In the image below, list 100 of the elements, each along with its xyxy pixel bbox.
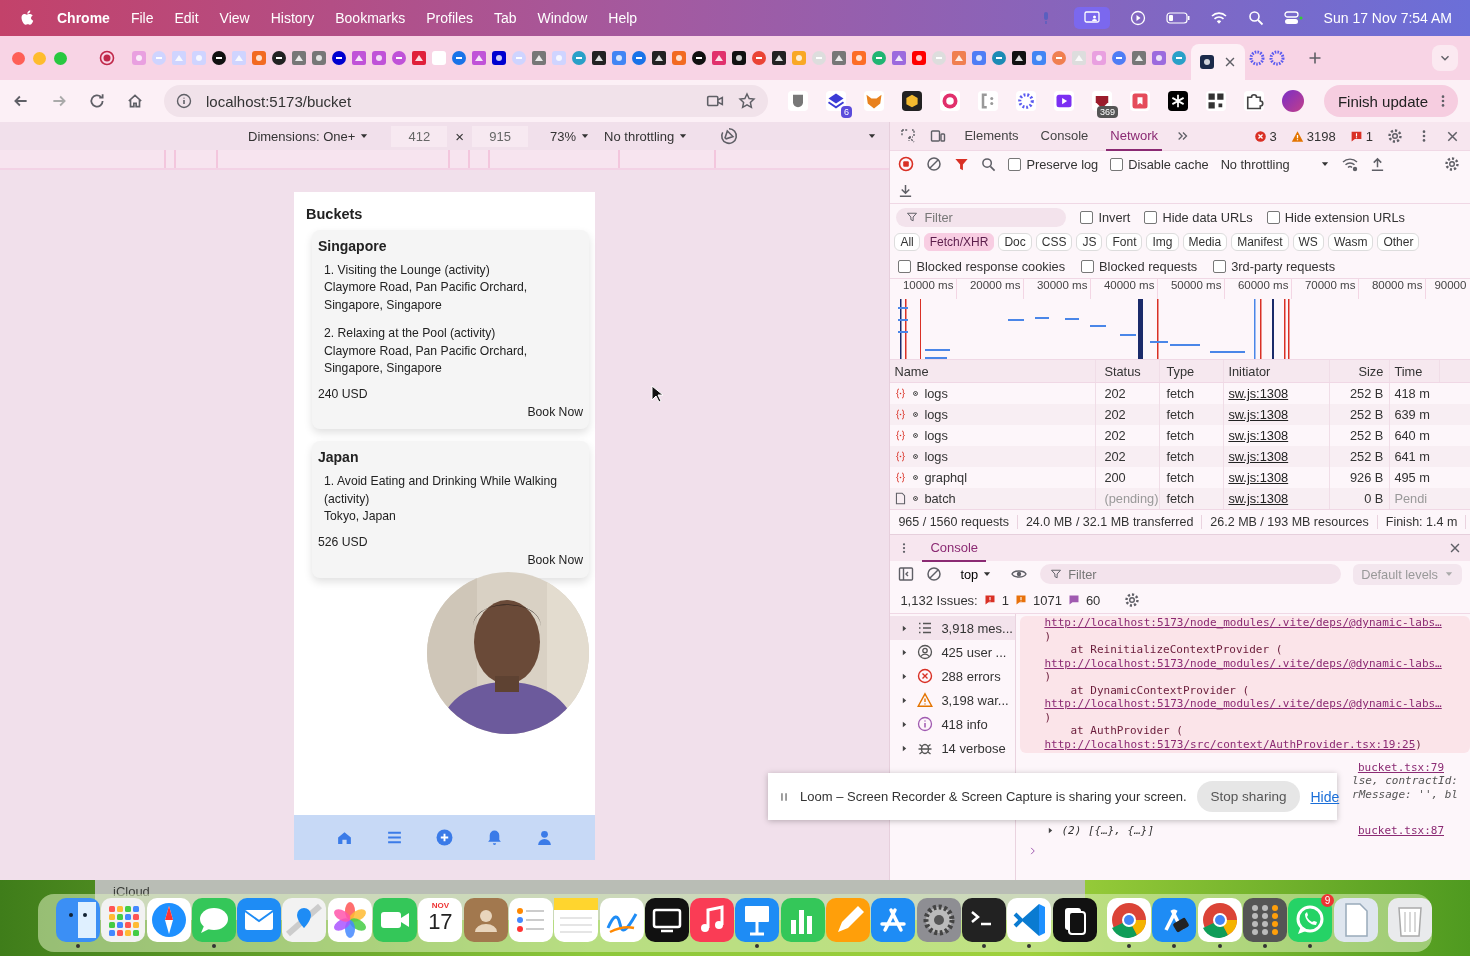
close-icon[interactable] <box>1448 541 1462 555</box>
shield-icon[interactable] <box>787 91 808 111</box>
initiator-link[interactable]: sw.js:1308 <box>1228 470 1289 485</box>
initiator-link[interactable]: sw.js:1308 <box>1228 407 1289 422</box>
map-icon[interactable] <box>282 898 327 942</box>
throttling-dropdown[interactable]: No throttling <box>1220 156 1330 172</box>
drawer-tab[interactable]: Console <box>922 534 987 562</box>
request-name[interactable]: logs <box>924 386 948 401</box>
initiator-link[interactable]: sw.js:1308 <box>1228 428 1289 443</box>
menu-item[interactable]: History <box>270 10 315 26</box>
type-filter-chip[interactable]: Other <box>1377 233 1420 251</box>
settings-icon[interactable] <box>1444 156 1460 172</box>
screen-share-icon[interactable] <box>1073 7 1110 29</box>
initiator-link[interactable]: sw.js:1308 <box>1228 491 1289 506</box>
source-link[interactable]: bucket.tsx:87 <box>1357 824 1444 837</box>
qr-code-icon[interactable] <box>1205 91 1226 111</box>
music-note-icon[interactable] <box>690 898 735 942</box>
device-toggle-icon[interactable] <box>930 128 947 144</box>
console-filter-item[interactable]: 14 verbose <box>890 736 1016 760</box>
console-filter-item[interactable]: 418 info <box>890 712 1016 736</box>
site-icon[interactable] <box>591 50 607 66</box>
document-icon[interactable] <box>1333 898 1378 942</box>
compass-icon[interactable] <box>146 898 191 942</box>
profile-avatar[interactable] <box>1281 90 1304 112</box>
active-tab[interactable] <box>1191 44 1245 80</box>
issue-count[interactable]: 1 <box>1365 128 1373 144</box>
type-filter-chip[interactable]: Img <box>1146 233 1179 251</box>
source-link[interactable]: bucket.tsx:79 <box>1357 761 1444 774</box>
column-header[interactable]: Status <box>1096 360 1161 382</box>
checkbox[interactable] <box>1144 210 1158 224</box>
type-filter-chip[interactable]: JS <box>1076 233 1103 251</box>
book-now-button[interactable]: Book Now <box>527 551 583 570</box>
gear-icon[interactable] <box>916 898 961 942</box>
code-editor-icon[interactable] <box>1007 898 1052 942</box>
more-tabs-icon[interactable] <box>1176 129 1190 143</box>
bell-icon[interactable] <box>485 829 503 846</box>
issues-label[interactable]: 1,132 Issues: <box>900 592 978 608</box>
wifi-icon[interactable] <box>1209 10 1228 26</box>
type-filter-chip[interactable]: Font <box>1106 233 1143 251</box>
shield-icon[interactable] <box>1091 91 1112 111</box>
warning-count[interactable]: 3198 <box>1306 128 1336 144</box>
type-filter-chip[interactable]: Wasm <box>1327 233 1374 251</box>
play-circle-icon[interactable] <box>1129 10 1146 26</box>
record-icon[interactable] <box>99 50 115 66</box>
site-icon[interactable] <box>331 50 347 66</box>
source-link[interactable]: http://localhost:5173/node_modules/.vite/deps/@dynamic-labs… <box>1044 656 1442 670</box>
new-tab-icon[interactable] <box>1307 50 1323 66</box>
source-link[interactable]: http://localhost:5173/src/context/AuthProvider.tsx:19:25 <box>1044 737 1416 751</box>
checkbox[interactable] <box>1081 259 1095 273</box>
width-field[interactable]: 412 <box>391 125 448 147</box>
app-store-icon[interactable] <box>1152 898 1197 942</box>
checkbox[interactable] <box>1110 157 1124 171</box>
console-filter-item[interactable]: 425 user ... <box>890 640 1016 664</box>
devtools-tab[interactable]: Elements <box>960 121 1023 151</box>
filter-field[interactable]: Filter <box>896 207 1067 227</box>
column-header[interactable]: Time <box>1390 360 1441 382</box>
menu-item[interactable]: Chrome <box>57 10 110 26</box>
checklist-icon[interactable] <box>508 898 553 942</box>
menu-item[interactable]: File <box>130 10 154 26</box>
menu-clock[interactable]: Sun 17 Nov 7:54 AM <box>1323 10 1452 26</box>
checkbox[interactable] <box>898 259 912 273</box>
error-count[interactable]: 3 <box>1269 128 1277 144</box>
type-filter-chip[interactable]: Fetch/XHR <box>923 233 995 251</box>
envelope-icon[interactable] <box>237 898 282 942</box>
battery-icon[interactable] <box>1165 10 1190 26</box>
request-name[interactable]: logs <box>924 428 948 443</box>
column-header[interactable]: Initiator <box>1224 360 1331 382</box>
type-filter-chip[interactable]: Media <box>1182 233 1228 251</box>
close-window-button[interactable] <box>12 51 25 65</box>
snowflake-icon[interactable] <box>1167 91 1188 111</box>
bracket-icon[interactable] <box>977 91 998 111</box>
initiator-link[interactable]: sw.js:1308 <box>1228 386 1289 401</box>
settings-icon[interactable] <box>1387 128 1403 144</box>
pencil-icon[interactable] <box>826 898 871 942</box>
control-center-icon[interactable] <box>1283 10 1304 26</box>
upload-icon[interactable] <box>1369 156 1385 172</box>
site-icon[interactable] <box>211 50 227 66</box>
finish-update-button[interactable]: Finish update <box>1323 85 1458 117</box>
tv-icon[interactable] <box>644 898 689 942</box>
site-icon[interactable] <box>651 50 667 66</box>
home-icon[interactable] <box>336 829 354 846</box>
menu-item[interactable]: Profiles <box>426 10 473 26</box>
phone-chat-icon[interactable] <box>1288 898 1333 942</box>
browser-icon[interactable] <box>1107 898 1152 942</box>
type-filter-chip[interactable]: All <box>894 233 920 251</box>
console-filter-item[interactable]: 3,918 mes... <box>890 616 1016 640</box>
trash-icon[interactable] <box>1388 898 1433 942</box>
search-icon[interactable] <box>1247 10 1264 26</box>
fox-icon[interactable] <box>863 91 884 111</box>
dimensions-dropdown[interactable]: Dimensions: One+ <box>248 128 370 144</box>
apple-icon[interactable] <box>20 10 36 26</box>
finder-icon[interactable] <box>56 898 100 942</box>
stop-recording-icon[interactable] <box>898 156 915 172</box>
menu-item[interactable]: Bookmarks <box>335 10 406 26</box>
play-icon[interactable] <box>1053 91 1074 111</box>
stop-sharing-button[interactable]: Stop sharing <box>1196 781 1301 812</box>
podium-icon[interactable] <box>735 898 780 942</box>
home-icon[interactable] <box>126 92 144 110</box>
ring-icon[interactable] <box>939 91 960 111</box>
checkbox[interactable] <box>1213 259 1227 273</box>
